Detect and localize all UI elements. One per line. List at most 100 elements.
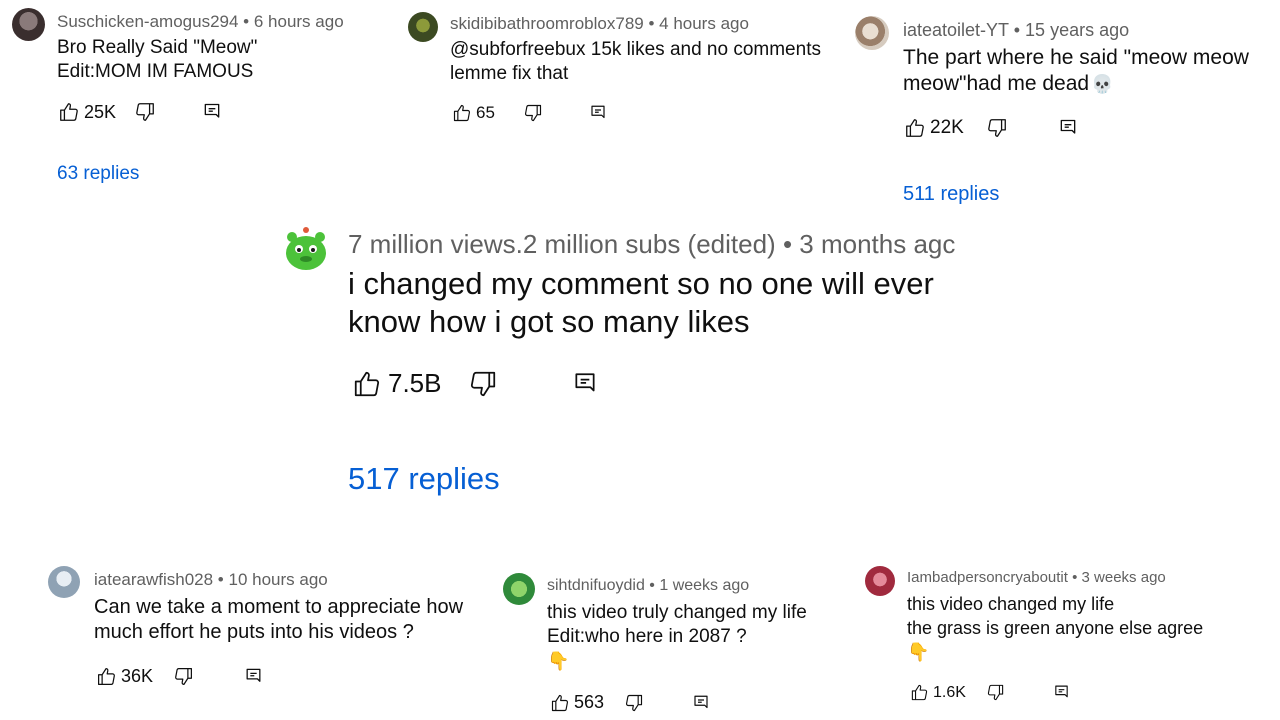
comment-line: @subforfreebux 15k likes and no comments: [450, 39, 821, 60]
reply-icon: [1053, 684, 1070, 701]
comment-actions: 7.5B: [352, 368, 598, 399]
meta-separator: •: [238, 12, 254, 31]
comment-actions: 65: [452, 103, 607, 123]
comment-text: @subforfreebux 15k likes and no comments…: [450, 38, 821, 86]
thumb-up-icon: [550, 693, 570, 713]
avatar[interactable]: [865, 566, 895, 596]
thumb-down-icon: [173, 666, 194, 687]
comment-actions: 36K: [96, 666, 263, 687]
like-count: 36K: [121, 666, 154, 686]
avatar[interactable]: [282, 225, 330, 273]
comment-actions: 563: [550, 692, 710, 713]
comment-time: 15 years ago: [1025, 20, 1130, 40]
dislike-button[interactable]: [523, 103, 543, 123]
comment-text: i changed my comment so no one will ever…: [348, 265, 934, 341]
reply-icon: [692, 694, 710, 712]
thumb-up-icon: [910, 683, 929, 702]
comment-actions: 1.6K: [910, 683, 1070, 702]
like-count: 22K: [930, 117, 964, 138]
like-count: 25K: [84, 101, 117, 122]
comment-line: meow"had me dead 💀: [903, 72, 1114, 95]
comment-time: 3 weeks ago: [1081, 569, 1166, 586]
comment-author[interactable]: sihtdnifuoydid: [547, 577, 645, 594]
comment-time: 10 hours ago: [228, 570, 328, 589]
comment-line: 👇: [907, 640, 1203, 664]
comment-text: this video changed my life the grass is …: [907, 592, 1203, 664]
comment-time: 4 hours ago: [659, 14, 749, 33]
comment-time: 6 hours ago: [253, 12, 344, 31]
reply-icon: [572, 371, 598, 397]
reply-button[interactable]: [572, 371, 598, 397]
reply-button[interactable]: [1058, 118, 1078, 138]
meta-separator: •: [644, 577, 660, 594]
comment-meta: 7 million views.2 million subs (edited) …: [348, 229, 964, 260]
comment-line: Edit:who here in 2087 ?: [547, 626, 747, 647]
reply-icon: [1058, 118, 1078, 138]
comment-line: 👇: [547, 649, 807, 674]
comment-author[interactable]: iatearawfish028: [94, 570, 213, 589]
comment-meta: Suschicken-amogus294 • 6 hours ago: [57, 12, 344, 32]
view-replies-link[interactable]: 517 replies: [348, 461, 500, 497]
comment-author[interactable]: iateatoilet-YT: [903, 20, 1009, 40]
like-count: 7.5B: [388, 368, 442, 398]
thumb-up-icon: [352, 369, 382, 399]
comment-author[interactable]: 7 million views.2 million subs (edited): [348, 229, 776, 259]
dislike-button[interactable]: [986, 683, 1005, 702]
comment-line: the grass is green anyone else agree: [907, 618, 1204, 638]
thumb-up-icon: [96, 666, 117, 687]
comment-line: know how i got so many likes: [348, 304, 750, 339]
like-count: 563: [574, 692, 605, 712]
meta-separator: •: [643, 14, 660, 33]
thumb-up-icon: [452, 103, 472, 123]
thumb-down-icon: [986, 117, 1008, 139]
like-button[interactable]: 7.5B: [352, 368, 442, 399]
reply-button[interactable]: [1053, 684, 1070, 701]
comment-meta: Iambadpersoncryaboutit • 3 weeks ago: [907, 569, 1166, 586]
green-creature-icon: [286, 227, 326, 270]
reply-button[interactable]: [244, 667, 263, 686]
comment-text: The part where he said "meow meow meow"h…: [903, 45, 1249, 97]
avatar[interactable]: [12, 8, 45, 41]
like-count: 65: [476, 103, 495, 122]
like-button[interactable]: 65: [452, 103, 495, 123]
reply-button[interactable]: [589, 104, 607, 122]
avatar[interactable]: [503, 573, 535, 605]
comment-meta: sihtdnifuoydid • 1 weeks ago: [547, 577, 749, 595]
reply-icon: [589, 104, 607, 122]
comment-actions: 25K: [58, 101, 222, 123]
comment-author[interactable]: Iambadpersoncryaboutit: [907, 569, 1068, 586]
thumb-down-icon: [134, 101, 156, 123]
view-replies-link[interactable]: 63 replies: [57, 163, 139, 185]
thumb-down-icon: [523, 103, 543, 123]
reply-button[interactable]: [692, 694, 710, 712]
avatar[interactable]: [408, 12, 438, 42]
dislike-button[interactable]: [624, 693, 644, 713]
dislike-button[interactable]: [173, 666, 194, 687]
comment-meta: iatearawfish028 • 10 hours ago: [94, 570, 328, 590]
avatar[interactable]: [855, 16, 889, 50]
thumb-up-icon: [904, 117, 926, 139]
dislike-button[interactable]: [468, 369, 498, 399]
like-button[interactable]: 563: [550, 692, 604, 713]
like-button[interactable]: 22K: [904, 117, 964, 139]
dislike-button[interactable]: [986, 117, 1008, 139]
like-button[interactable]: 36K: [96, 666, 153, 687]
pointing-down-emoji: 👇: [907, 642, 930, 662]
avatar[interactable]: [48, 566, 80, 598]
comment-line: Bro Really Said "Meow": [57, 37, 258, 58]
comment-line: this video truly changed my life: [547, 602, 807, 623]
comment-author[interactable]: Suschicken-amogus294: [57, 12, 238, 31]
comment-line: The part where he said "meow meow: [903, 46, 1249, 69]
reply-icon: [244, 667, 263, 686]
comment-line: this video changed my life: [907, 594, 1115, 614]
like-button[interactable]: 1.6K: [910, 683, 966, 702]
reply-button[interactable]: [202, 102, 222, 122]
comment-author[interactable]: skidibibathroomroblox789: [450, 14, 644, 33]
comment-actions: 22K: [904, 117, 1078, 139]
dislike-button[interactable]: [134, 101, 156, 123]
view-replies-link[interactable]: 511 replies: [903, 183, 999, 206]
pointing-down-emoji: 👇: [547, 651, 570, 671]
comment-line: i changed my comment so no one will ever: [348, 266, 934, 301]
meta-separator: •: [1067, 569, 1082, 586]
like-button[interactable]: 25K: [58, 101, 116, 123]
